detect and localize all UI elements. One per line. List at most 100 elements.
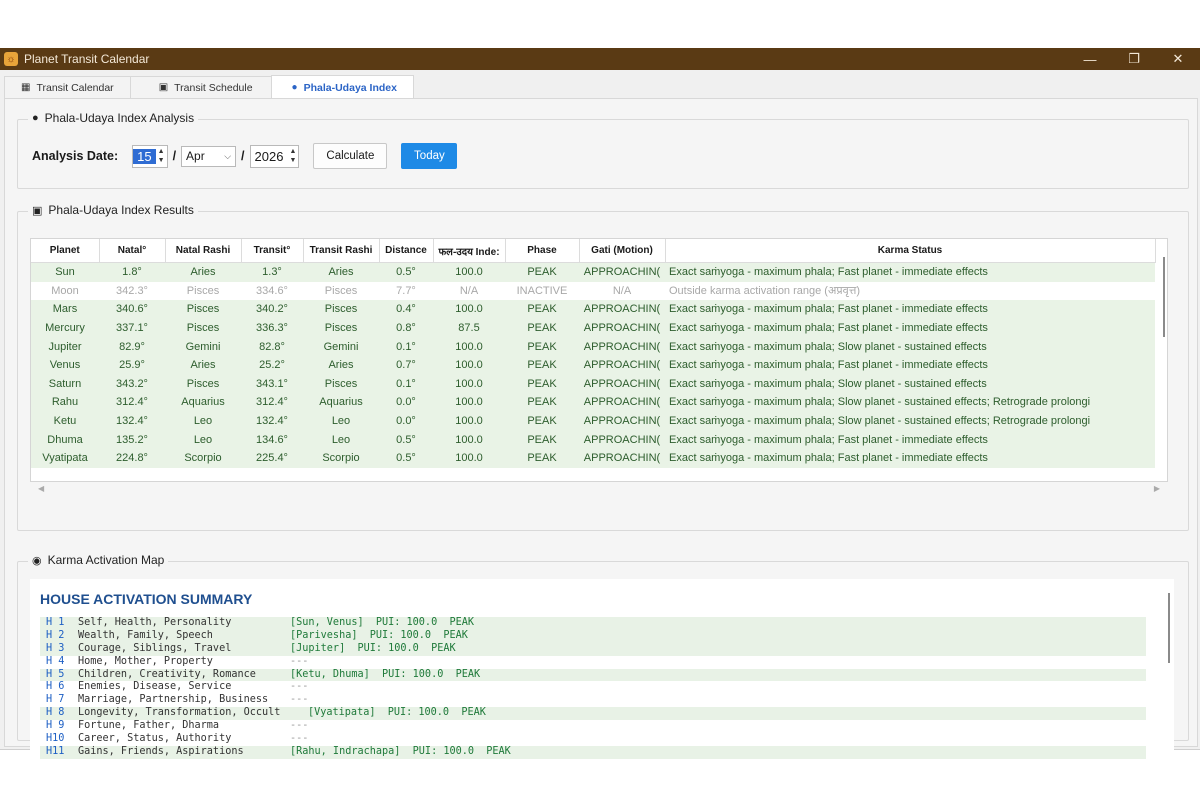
analysis-group: ● Phala-Udaya Index Analysis Analysis Da… [17, 111, 1189, 189]
vertical-scrollbar[interactable] [1168, 593, 1170, 663]
column-header[interactable]: Phase [505, 239, 580, 263]
house-row: H 2 Wealth, Family, Speech [Parivesha] PUI… [40, 629, 1146, 643]
table-cell: Aquarius [165, 393, 241, 412]
table-row[interactable]: Ketu 132.4° Leo 132.4° Leo 0.0° 100.0 PEAK APPRO… [31, 411, 1155, 431]
calculate-button[interactable]: Calculate [313, 143, 388, 169]
tab-phala-udaya-index[interactable]: ● Phala-Udaya Index [270, 75, 414, 99]
date-separator: / [172, 149, 177, 163]
results-table: Planet Natal° Natal Rashi Transit° Trans… [31, 239, 1156, 468]
house-description: Enemies, Disease, Service [78, 681, 232, 693]
table-cell: Pisces [303, 318, 379, 338]
table-cell: APPROACHIN( [579, 300, 665, 319]
column-header[interactable]: Transit Rashi [303, 239, 380, 263]
table-cell: PEAK [505, 337, 579, 356]
table-cell: Exact saṁyoga - maximum phala; Fast plan… [665, 355, 1155, 375]
column-header[interactable]: Karma Status [665, 239, 1156, 263]
table-cell: PEAK [505, 448, 579, 468]
date-separator: / [241, 149, 245, 163]
today-button[interactable]: Today [401, 143, 458, 169]
table-cell: 0.8° [379, 318, 433, 338]
column-header[interactable]: फल-उदय Inde: [433, 239, 506, 263]
table-cell: N/A [433, 281, 505, 301]
column-header[interactable]: Natal° [99, 239, 166, 263]
table-cell: 100.0 [433, 448, 505, 468]
analysis-group-title: Phala-Udaya Index Analysis [44, 111, 195, 125]
column-header[interactable]: Natal Rashi [165, 239, 242, 263]
tab-transit-schedule[interactable]: ▣ Transit Schedule [129, 76, 272, 98]
table-cell: APPROACHIN( [579, 337, 665, 356]
table-cell: APPROACHIN( [579, 374, 665, 394]
column-header[interactable]: Distance [379, 239, 434, 263]
table-cell: Pisces [165, 300, 241, 319]
year-spinner[interactable]: 2026 ▲ ▼ [249, 144, 300, 168]
table-row[interactable]: Dhuma 135.2° Leo 134.6° Leo 0.5° 100.0 PEAK APPR… [31, 430, 1155, 449]
table-row[interactable]: Moon 342.3° Pisces 334.6° Pisces 7.7° N/A INACT… [31, 281, 1155, 301]
table-row[interactable]: Mercury 337.1° Pisces 336.3° Pisces 0.8° 87.5 P… [31, 318, 1155, 338]
table-cell: APPROACHIN( [579, 393, 665, 412]
results-icon: ▣ [32, 204, 43, 217]
column-header[interactable]: Planet [31, 239, 100, 263]
karma-map-icon: ◉ [32, 554, 42, 567]
table-cell: Exact saṁyoga - maximum phala; Slow plan… [665, 411, 1155, 431]
table-row[interactable]: Mars 340.6° Pisces 340.2° Pisces 0.4° 100.0 PEA… [31, 300, 1155, 319]
table-cell: 224.8° [99, 448, 165, 468]
results-table-body: Sun 1.8° Aries 1.3° Aries 0.5° 100.0 PEAK APPROA… [31, 262, 1155, 468]
table-cell: Gemini [303, 337, 379, 356]
app-icon: ☼ [4, 52, 18, 66]
table-cell: Vyatipata [31, 448, 99, 468]
house-number: H 5 [46, 668, 65, 680]
table-cell: Exact saṁyoga - maximum phala; Slow plan… [665, 393, 1155, 412]
schedule-icon: ▣ [158, 82, 169, 93]
horizontal-scrollbar[interactable]: ◀ ▶ [30, 481, 1166, 495]
table-row[interactable]: Jupiter 82.9° Gemini 82.8° Gemini 0.1° 100.0 PE… [31, 337, 1155, 356]
maximize-button[interactable]: ❐ [1112, 48, 1156, 70]
scroll-left-icon[interactable]: ◀ [38, 484, 44, 493]
analysis-date-label: Analysis Date: [32, 149, 119, 163]
tab-content: ● Phala-Udaya Index Analysis Analysis Da… [4, 98, 1198, 773]
vertical-scrollbar[interactable] [1163, 257, 1165, 337]
close-button[interactable]: ✕ [1156, 48, 1200, 70]
table-cell: 0.0° [379, 411, 433, 431]
karma-text-area[interactable]: HOUSE ACTIVATION SUMMARY H 1 Self, Health… [30, 579, 1174, 773]
table-row[interactable]: Saturn 343.2° Pisces 343.1° Pisces 0.1° 100.0 P… [31, 374, 1155, 394]
table-cell: Exact saṁyoga - maximum phala; Fast plan… [665, 448, 1155, 468]
house-row: H 4 Home, Mother, Property --- [40, 656, 1146, 669]
table-cell: APPROACHIN( [579, 318, 665, 338]
table-cell: N/A [579, 281, 665, 301]
table-row[interactable]: Rahu 312.4° Aquarius 312.4° Aquarius 0.0° 100.… [31, 393, 1155, 412]
calendar-icon: ▦ [21, 82, 31, 93]
table-row[interactable]: Venus 25.9° Aries 25.2° Aries 0.7° 100.0 PEAK AP… [31, 355, 1155, 375]
spinner-arrows-icon[interactable]: ▲ ▼ [156, 147, 167, 165]
minimize-button[interactable]: — [1068, 48, 1112, 70]
house-planets: --- [290, 681, 309, 693]
month-select[interactable]: Apr ⌵ [181, 145, 237, 167]
table-cell: Gemini [165, 337, 241, 356]
table-cell: PEAK [505, 355, 579, 375]
table-cell: 100.0 [433, 355, 505, 375]
table-cell: Rahu [31, 393, 99, 412]
house-description: Marriage, Partnership, Business [78, 694, 269, 706]
tab-label: Transit Schedule [174, 81, 253, 94]
tab-transit-calendar[interactable]: ▦ Transit Calendar [4, 76, 131, 98]
house-number: H 3 [46, 642, 65, 654]
house-row: H 5 Children, Creativity, Romance [Ketu, D… [40, 668, 1146, 682]
house-number: H 6 [46, 681, 65, 693]
house-planets: [Ketu, Dhuma] PUI: 100.0 PEAK [290, 668, 481, 680]
table-row[interactable]: Vyatipata 224.8° Scorpio 225.4° Scorpio 0.5° 1… [31, 448, 1155, 468]
day-spinner[interactable]: 15 ▲ ▼ [132, 144, 168, 168]
house-planets: [Sun, Venus] PUI: 100.0 PEAK [290, 617, 475, 628]
scroll-right-icon[interactable]: ▶ [1154, 484, 1160, 493]
table-cell: 1.8° [99, 262, 165, 282]
house-row: H 7 Marriage, Partnership, Business --- [40, 694, 1146, 707]
table-row[interactable]: Sun 1.8° Aries 1.3° Aries 0.5° 100.0 PEAK APPROA… [31, 262, 1155, 282]
house-description: Courage, Siblings, Travel [78, 642, 232, 654]
table-cell: Pisces [165, 281, 241, 301]
column-header[interactable]: Transit° [241, 239, 304, 263]
table-cell: 334.6° [241, 281, 303, 301]
table-cell: Leo [165, 430, 241, 449]
table-cell: 7.7° [379, 281, 433, 301]
spinner-arrows-icon[interactable]: ▲ ▼ [287, 147, 298, 165]
table-cell: 0.5° [379, 262, 433, 282]
column-header[interactable]: Gati (Motion) [579, 239, 666, 263]
house-planets: --- [290, 694, 309, 706]
